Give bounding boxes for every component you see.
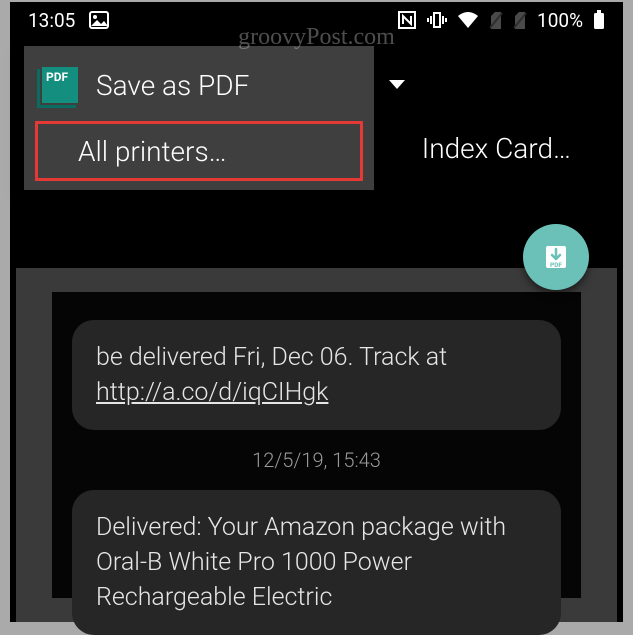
image-notification-icon — [89, 11, 109, 29]
message-bubble: be delivered Fri, Dec 06. Track at http:… — [72, 320, 561, 430]
message-text: be delivered Fri, Dec 06. Track at — [96, 343, 447, 372]
battery-icon — [593, 10, 605, 30]
nfc-icon — [397, 10, 417, 30]
printer-dropdown: Save as PDF All printers… — [24, 46, 374, 190]
message-bubble: Delivered: Your Amazon package with Oral… — [72, 490, 561, 635]
svg-text:PDF: PDF — [550, 261, 562, 269]
dropdown-item-save-as-pdf[interactable]: Save as PDF — [24, 54, 374, 116]
sim1-icon — [489, 11, 503, 29]
pdf-icon — [42, 67, 78, 103]
status-battery-pct: 100% — [537, 9, 583, 32]
print-preview-area[interactable]: be delivered Fri, Dec 06. Track at http:… — [16, 268, 617, 622]
phone-frame: 13:05 100% — [10, 2, 623, 622]
dropdown-item-label: All printers… — [78, 135, 227, 168]
sim2-icon — [513, 11, 527, 29]
preview-page: be delivered Fri, Dec 06. Track at http:… — [52, 292, 581, 598]
message-link[interactable]: http://a.co/d/iqCIHgk — [96, 378, 328, 407]
download-pdf-icon: PDF — [541, 242, 571, 272]
dropdown-item-label: Save as PDF — [96, 69, 249, 102]
message-text: Delivered: Your Amazon package with Oral… — [96, 513, 506, 612]
status-bar: 13:05 100% — [10, 2, 623, 38]
chevron-down-icon[interactable] — [388, 76, 406, 95]
wifi-icon — [457, 11, 479, 29]
message-timestamp: 12/5/19, 15:43 — [72, 448, 561, 472]
status-time: 13:05 — [28, 9, 75, 32]
save-pdf-fab[interactable]: PDF — [523, 224, 589, 290]
paper-size-label[interactable]: Index Card… — [422, 132, 571, 165]
vibrate-icon — [427, 10, 447, 30]
dropdown-item-all-printers[interactable]: All printers… — [34, 120, 364, 182]
